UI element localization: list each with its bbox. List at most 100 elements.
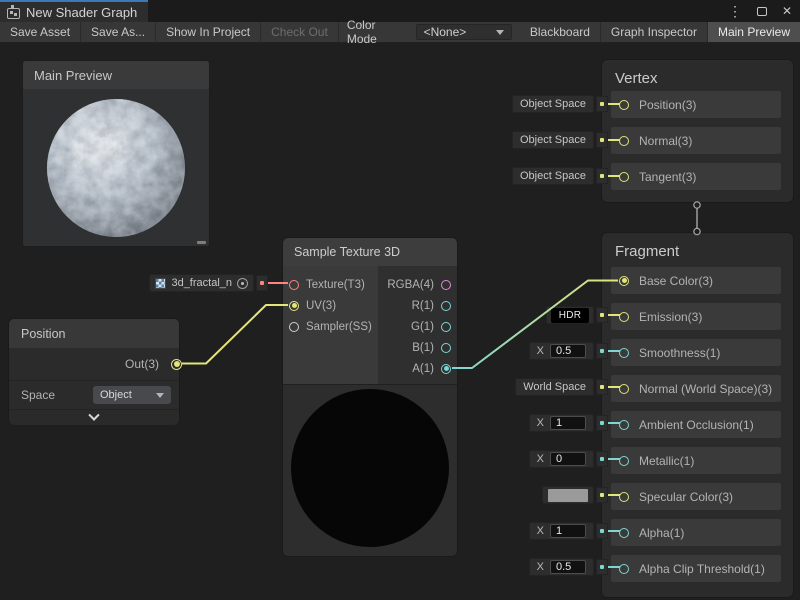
graph-inspector-toggle-button[interactable]: Graph Inspector — [601, 22, 708, 42]
metallic-input-port[interactable] — [619, 456, 629, 466]
fragment-slot-alpha[interactable]: Alpha(1) — [611, 519, 781, 546]
base-color-input-port[interactable] — [619, 276, 629, 286]
main-preview-toggle-button[interactable]: Main Preview — [708, 22, 800, 42]
alpha-value-field[interactable]: 1 — [550, 524, 586, 538]
texture-input-port[interactable] — [289, 280, 299, 290]
vertex-slot-position[interactable]: Position(3) — [611, 91, 781, 118]
ambient-occlusion-input-port[interactable] — [619, 420, 629, 430]
tangent-space-chip[interactable]: Object Space — [512, 167, 608, 185]
output-r[interactable]: R(1) — [378, 295, 457, 316]
specular-color-chip[interactable] — [542, 486, 608, 504]
normal-space-chip[interactable]: Object Space — [512, 131, 608, 149]
output-rgba[interactable]: RGBA(4) — [378, 274, 457, 295]
main-preview-panel[interactable]: Main Preview — [22, 60, 210, 247]
port-label: B(1) — [412, 342, 434, 354]
position-output-row[interactable]: Out(3) — [9, 348, 179, 381]
tab-new-shader-graph[interactable]: New Shader Graph — [0, 0, 148, 22]
a-output-port[interactable] — [441, 364, 451, 374]
emission-input-port[interactable] — [619, 312, 629, 322]
slot-label: Alpha Clip Threshold(1) — [639, 562, 765, 576]
specular-color-input-port[interactable] — [619, 492, 629, 502]
fragment-slot-ambient-occlusion[interactable]: Ambient Occlusion(1) — [611, 411, 781, 438]
main-preview-header[interactable]: Main Preview — [23, 61, 209, 89]
metallic-value-chip[interactable]: X0 — [529, 450, 608, 468]
maximize-icon[interactable] — [757, 7, 767, 16]
input-sampler[interactable]: Sampler(SS) — [283, 316, 378, 337]
out-output-port[interactable] — [171, 359, 182, 370]
alpha-clip-value-chip[interactable]: X 0.5 — [529, 558, 608, 576]
smoothness-value-field[interactable]: 0.5 — [550, 344, 586, 358]
r-output-port[interactable] — [441, 301, 451, 311]
edge-position-out-to-uv[interactable] — [182, 305, 288, 364]
blackboard-toggle-button[interactable]: Blackboard — [520, 22, 601, 42]
alpha-clip-input-port[interactable] — [619, 564, 629, 574]
smoothness-value-chip[interactable]: X0.5 — [529, 342, 608, 360]
position-node[interactable]: Position Out(3) Space Object — [8, 318, 180, 425]
alpha-input-port[interactable] — [619, 528, 629, 538]
sampler-input-port[interactable] — [289, 322, 299, 332]
fragment-slot-alpha-clip[interactable]: Alpha Clip Threshold(1) — [611, 555, 781, 582]
input-texture[interactable]: Texture(T3) — [283, 274, 378, 295]
fragment-slot-smoothness[interactable]: Smoothness(1) — [611, 339, 781, 366]
output-a[interactable]: A(1) — [378, 358, 457, 379]
input-port-column: Texture(T3) UV(3) Sampler(SS) — [283, 266, 378, 384]
kebab-menu-icon[interactable]: ⋮ — [728, 4, 742, 18]
smoothness-input-port[interactable] — [619, 348, 629, 358]
fragment-slot-metallic[interactable]: Metallic(1) — [611, 447, 781, 474]
uv-input-port[interactable] — [289, 301, 299, 311]
position-input-port[interactable] — [619, 100, 629, 110]
metallic-value-field[interactable]: 0 — [550, 452, 586, 466]
collapse-preview-button[interactable] — [9, 409, 179, 425]
hdr-color-field[interactable]: HDR — [551, 308, 589, 323]
color-mode-dropdown[interactable]: <None> — [416, 24, 512, 40]
texture-object-field[interactable]: 3d_fractal_n — [149, 274, 254, 292]
ambient-occlusion-value-chip[interactable]: X1 — [529, 414, 608, 432]
port-label: G(1) — [411, 321, 434, 333]
vertex-fragment-stack-connector — [694, 202, 700, 235]
slot-label: Specular Color(3) — [639, 490, 733, 504]
main-preview-viewport[interactable] — [23, 89, 209, 246]
alpha-value-chip[interactable]: X1 — [529, 522, 608, 540]
output-port-column: RGBA(4) R(1) G(1) B(1) A(1) — [378, 266, 457, 384]
g-output-port[interactable] — [441, 322, 451, 332]
space-dropdown[interactable]: Object — [93, 386, 171, 404]
x-component-label: X — [537, 561, 544, 573]
port-label: Sampler(SS) — [306, 321, 372, 333]
close-icon[interactable]: ✕ — [782, 5, 792, 17]
fragment-slot-emission[interactable]: Emission(3) — [611, 303, 781, 330]
output-g[interactable]: G(1) — [378, 316, 457, 337]
show-in-project-button[interactable]: Show In Project — [156, 22, 261, 42]
alpha-clip-value-field[interactable]: 0.5 — [550, 560, 586, 574]
vertex-slot-normal[interactable]: Normal(3) — [611, 127, 781, 154]
chip-connector-dot — [596, 379, 608, 395]
normal-ws-space-chip[interactable]: World Space — [515, 378, 608, 396]
save-as-button[interactable]: Save As... — [81, 22, 156, 42]
specular-color-swatch[interactable] — [548, 489, 588, 502]
input-uv[interactable]: UV(3) — [283, 295, 378, 316]
position-space-chip[interactable]: Object Space — [512, 95, 608, 113]
fragment-context-node[interactable]: Fragment Base Color(3) Emission(3) Smoot… — [601, 232, 794, 598]
resize-handle[interactable] — [197, 241, 206, 244]
normal-input-port[interactable] — [619, 136, 629, 146]
tangent-input-port[interactable] — [619, 172, 629, 182]
fragment-slot-base-color[interactable]: Base Color(3) — [611, 267, 781, 294]
ambient-occlusion-value-field[interactable]: 1 — [550, 416, 586, 430]
sample-texture-node-title[interactable]: Sample Texture 3D — [283, 238, 457, 266]
output-b[interactable]: B(1) — [378, 337, 457, 358]
vertex-context-node[interactable]: Vertex Position(3) Normal(3) Tangent(3) — [601, 59, 794, 203]
normal-ws-input-port[interactable] — [619, 384, 629, 394]
position-node-title[interactable]: Position — [9, 319, 179, 348]
chip-connector-dot — [596, 307, 608, 323]
vertex-slot-tangent[interactable]: Tangent(3) — [611, 163, 781, 190]
fragment-slot-normal-ws[interactable]: Normal (World Space)(3) — [611, 375, 781, 402]
sample-texture-3d-node[interactable]: Sample Texture 3D Texture(T3) UV(3) Samp… — [282, 237, 458, 557]
save-asset-button[interactable]: Save Asset — [0, 22, 81, 42]
chip-connector-dot — [596, 487, 608, 503]
texture-asset-chip[interactable]: 3d_fractal_n — [149, 274, 268, 292]
object-picker-icon[interactable] — [237, 278, 248, 289]
texture-asset-name: 3d_fractal_n — [171, 277, 232, 289]
fragment-slot-specular-color[interactable]: Specular Color(3) — [611, 483, 781, 510]
emission-hdr-chip[interactable]: HDR — [546, 306, 608, 324]
b-output-port[interactable] — [441, 343, 451, 353]
rgba-output-port[interactable] — [441, 280, 451, 290]
